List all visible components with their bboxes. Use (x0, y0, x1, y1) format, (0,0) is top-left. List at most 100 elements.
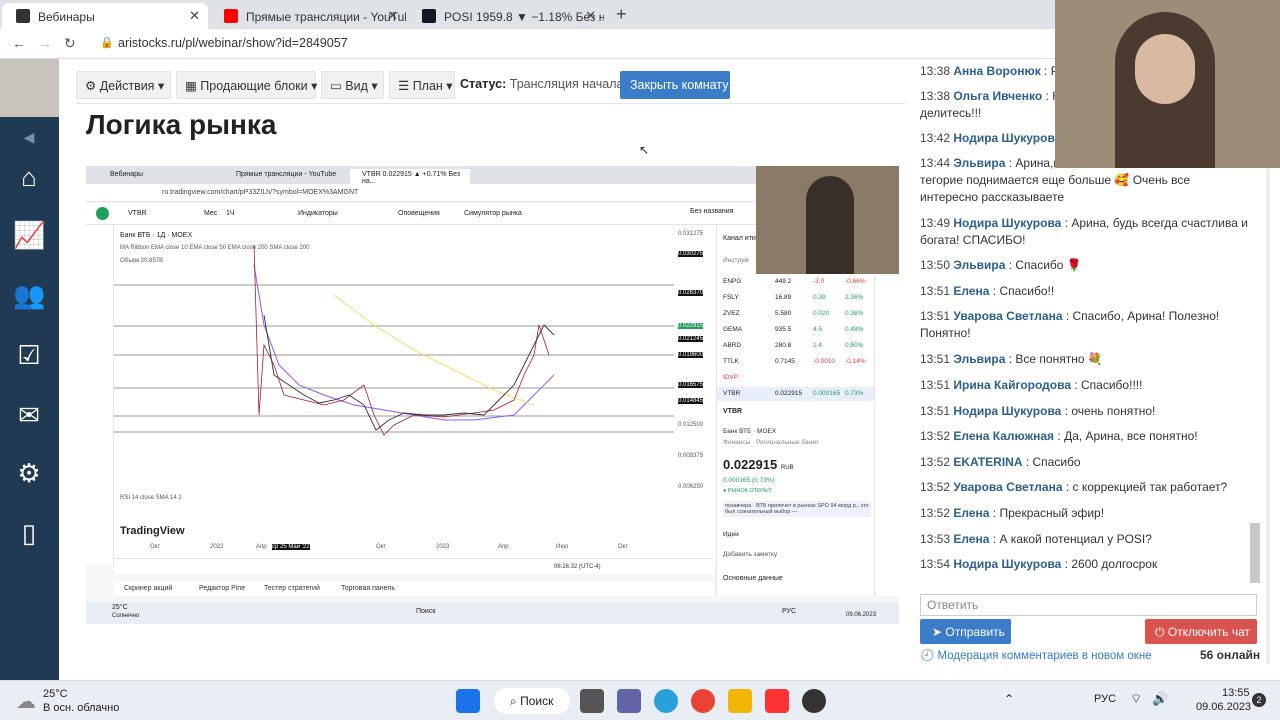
chrome-icon[interactable] (691, 689, 715, 713)
message-author[interactable]: Елена (953, 506, 989, 520)
new-tab-button[interactable]: + (616, 4, 627, 25)
send-icon: ➤ (932, 625, 946, 639)
checkbox-icon[interactable]: ☑ (13, 339, 45, 371)
tab-tradingview[interactable]: POSI 1959.8 ▼ −1.18% Без назв ✕ (408, 3, 604, 29)
forward-icon[interactable]: → (38, 35, 52, 51)
watchlist-pct: 2.36% (845, 294, 864, 301)
message-time: 13:42 (920, 131, 951, 145)
message-author[interactable]: Нодира Шукурова (953, 216, 1061, 230)
wifi-icon[interactable]: ⌔ (1130, 691, 1142, 707)
tv-rsi-legend: RSI 14 close SMA 14 2 (120, 495, 182, 501)
time-tick: Июл (556, 544, 569, 550)
chart-icon[interactable]: 📈 (13, 219, 45, 251)
watchlist-p: 935.5 (775, 326, 792, 333)
close-tab-icon[interactable]: ✕ (189, 8, 200, 24)
message-author[interactable]: Эльвира (953, 156, 1005, 170)
tv-price-chart (114, 244, 674, 436)
settings-icon[interactable]: ⚙ (13, 457, 45, 489)
status-label: Статус: (460, 77, 507, 91)
message-author[interactable]: Анна Воронюк (953, 64, 1040, 78)
message-author[interactable]: Эльвира (953, 258, 1005, 272)
time-tick-cursor: ср 25 Май '22 (272, 544, 310, 550)
time-tick: Окт (618, 544, 629, 550)
time-tick: 2022 (210, 544, 224, 550)
clock-date[interactable]: 09.06.2023 (1196, 701, 1251, 713)
avatar[interactable] (0, 59, 59, 117)
chat-message: 13:51 Эльвира : Все понятно 💐 (920, 352, 1103, 366)
online-count: 56 онлайн (1200, 648, 1261, 662)
users-icon[interactable]: 👥 (13, 279, 45, 311)
weather-temp: 25°C (43, 688, 68, 700)
presenter-webcam-video (1055, 0, 1280, 168)
yandex-icon[interactable] (765, 689, 789, 713)
notification-badge[interactable]: 2 (1252, 693, 1266, 707)
watchlist-c: 0.000165 (813, 390, 841, 397)
message-author[interactable]: Ирина Кайгородова (953, 378, 1071, 392)
send-button[interactable]: ➤ Отправить (920, 619, 1011, 644)
plan-dropdown[interactable]: ☰ План ▾ (389, 71, 455, 99)
tab-youtube[interactable]: Прямые трансляции - YouTube ✕ (210, 3, 406, 29)
watchlist-s: ABRD (723, 342, 742, 349)
message-author[interactable]: Эльвира (953, 352, 1005, 366)
selling-blocks-dropdown[interactable]: ▦ Продающие блоки ▾ (176, 71, 317, 99)
message-author[interactable]: EKATERINA (953, 455, 1022, 469)
windows-start-icon[interactable] (456, 689, 480, 713)
message-time: 13:52 (920, 480, 951, 494)
message-author[interactable]: Уварова Светлана (953, 309, 1062, 323)
message-author[interactable]: Уварова Светлана (953, 480, 1062, 494)
message-author[interactable]: Нодира Шукурова (953, 557, 1061, 571)
tab-webinars[interactable]: Вебинары ✕ (2, 3, 208, 29)
mobile-icon[interactable]: ▯ (13, 517, 45, 549)
detail-symbol: VTBR (723, 408, 743, 415)
tv-panel-tab: Редактор Pine (199, 585, 246, 592)
time-tick: Окт (150, 544, 161, 550)
volume-icon[interactable]: 🔊 (1152, 691, 1168, 707)
tab-label: POSI 1959.8 ▼ −1.18% Без назв (444, 10, 604, 24)
moderation-link[interactable]: 🕘 Модерация комментариев в новом окне (920, 648, 1152, 662)
message-author[interactable]: Елена (953, 284, 989, 298)
message-time: 13:50 (920, 258, 951, 272)
tradingview-icon (422, 9, 436, 23)
close-room-button[interactable]: Закрыть комнату (620, 71, 730, 99)
message-text: Спасибо!! (999, 284, 1055, 298)
blocks-label: Продающие блоки (200, 79, 308, 93)
view-label: Вид (345, 79, 368, 93)
detail-price: 0.022915 (723, 457, 778, 472)
folder-icon[interactable] (728, 689, 752, 713)
reload-icon[interactable]: ↻ (64, 35, 76, 52)
url-input[interactable]: 🔒 aristocks.ru/pl/webinar/show?id=284905… (92, 33, 1052, 55)
mail-icon[interactable]: ✉ (13, 399, 45, 431)
message-author[interactable]: Ольга Ивченко (953, 89, 1042, 103)
chat-scrollbar-thumb[interactable] (1250, 523, 1260, 583)
actions-dropdown[interactable]: ⚙ Действия ▾ (76, 71, 171, 99)
tradingview-logo: TradingView (120, 525, 185, 537)
speaker-icon[interactable]: ◀ (13, 121, 45, 153)
price-tick: 0.012500 (678, 422, 704, 428)
message-author[interactable]: Нодира Шукурова (953, 404, 1061, 418)
embedded-url: ru.tradingview.com/chart/pP33ZILh/?symbo… (162, 189, 359, 196)
disconnect-chat-button[interactable]: ⏻ Отключить чат (1145, 619, 1257, 644)
gear-icon: ⚙ (85, 79, 100, 93)
message-author[interactable]: Елена Калюжная (953, 429, 1054, 443)
close-tab-icon[interactable]: ✕ (585, 8, 596, 24)
teams-icon[interactable] (617, 689, 641, 713)
weather-icon[interactable]: ☁ (16, 689, 36, 714)
telegram-icon[interactable] (654, 689, 678, 713)
taskbar-search[interactable]: ⌕ Поиск (494, 688, 570, 714)
tray-chevron-icon[interactable]: ⌃ (1004, 692, 1014, 706)
message-author[interactable]: Нодира Шукурова (953, 131, 1061, 145)
obs-icon[interactable] (802, 689, 826, 713)
task-view-icon[interactable] (580, 689, 604, 713)
chat-reply-input[interactable]: Ответить (920, 594, 1257, 616)
close-tab-icon[interactable]: ✕ (387, 8, 398, 24)
back-icon[interactable]: ← (12, 35, 26, 51)
embedded-weather-desc: Солнечно (112, 613, 140, 619)
watchlist-row: VTBR 0.022915 0.000165 0.73% (717, 387, 875, 401)
clock-time[interactable]: 13:55 (1222, 687, 1250, 699)
language-indicator[interactable]: РУС (1094, 693, 1116, 705)
message-time: 13:51 (920, 352, 951, 366)
detail-add-note: Добавить заметку (723, 551, 778, 558)
home-icon[interactable]: ⌂ (13, 161, 45, 193)
view-dropdown[interactable]: ▭ Вид ▾ (321, 71, 384, 99)
message-author[interactable]: Елена (953, 532, 989, 546)
